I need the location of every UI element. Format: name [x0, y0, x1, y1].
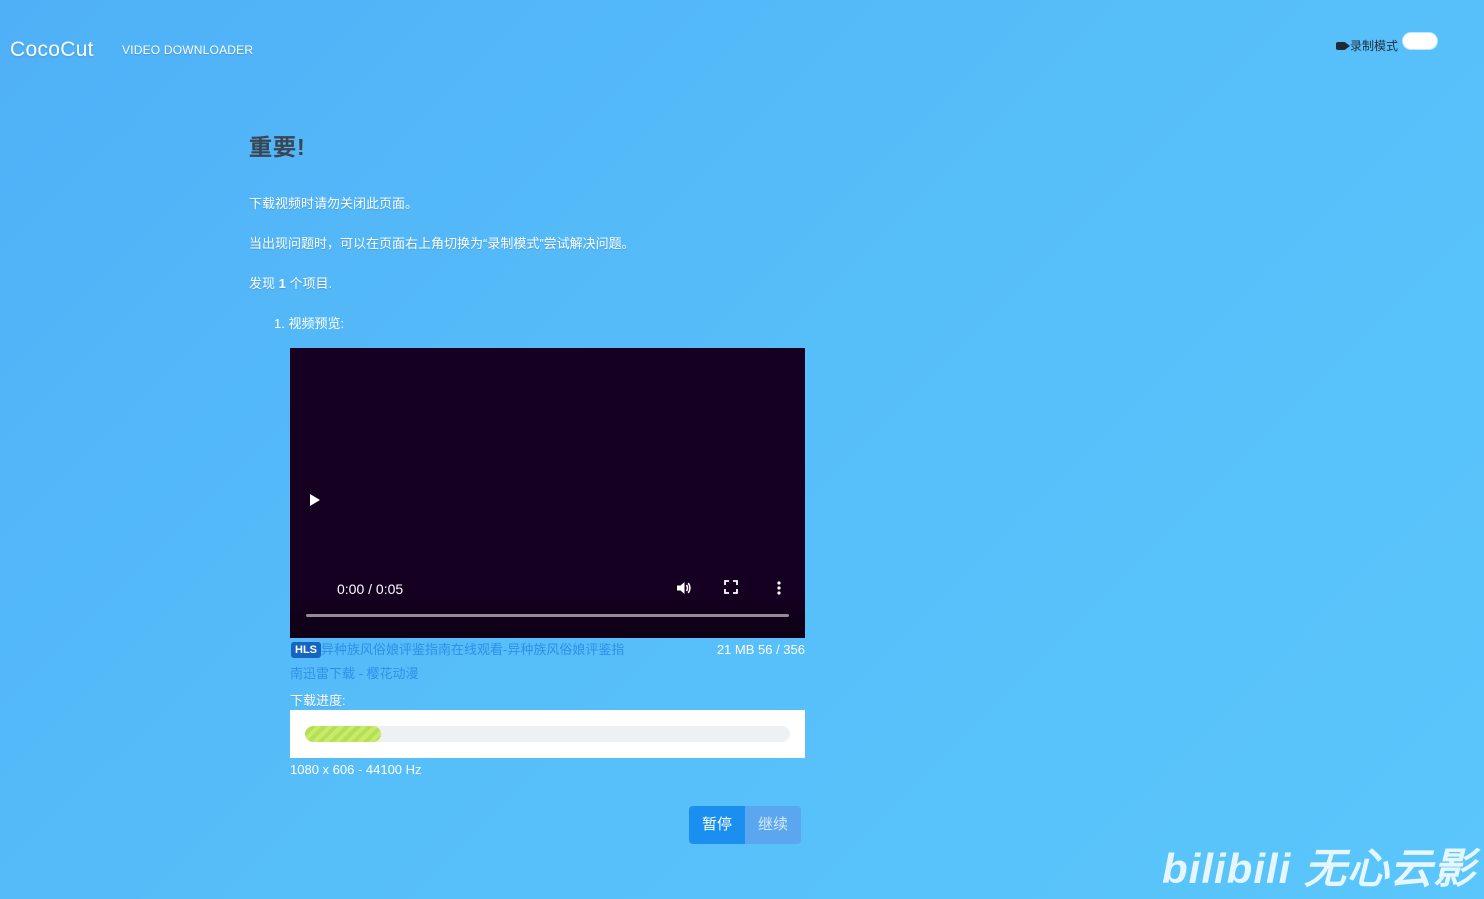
- found-count: 1: [278, 276, 286, 291]
- fullscreen-icon[interactable]: [724, 580, 738, 594]
- found-items: 发现 1 个项目.: [249, 276, 849, 292]
- found-suffix: 个项目.: [289, 276, 333, 291]
- found-prefix: 发现: [249, 276, 276, 291]
- logo[interactable]: CocoCut: [10, 38, 94, 62]
- notice-record-mode: 当出现问题时，可以在页面右上角切换为“录制模式”尝试解决问题。: [249, 236, 635, 251]
- record-mode-toggle[interactable]: [1403, 33, 1437, 49]
- toggle-knob: [1405, 35, 1417, 47]
- record-mode-label: 录制模式: [1349, 39, 1398, 53]
- play-icon[interactable]: [310, 494, 320, 506]
- camera-icon: [1335, 41, 1350, 50]
- video-preview[interactable]: 0:00 / 0:05: [290, 348, 805, 638]
- video-title-link[interactable]: 异种族风俗娘评鉴指南在线观看-异种族风俗娘评鉴指南迅雷下载 - 樱花动漫: [290, 638, 630, 686]
- progress-label: 下载进度:: [290, 693, 346, 708]
- page-title: 重要!: [249, 134, 306, 160]
- progress-track: [305, 726, 790, 742]
- resolution-info: 1080 x 606 - 44100 Hz: [290, 762, 422, 777]
- more-icon[interactable]: [776, 580, 782, 596]
- record-mode: 录制模式: [1335, 37, 1398, 54]
- resume-button[interactable]: 继续: [745, 806, 802, 844]
- action-buttons: 暂停 继续: [689, 806, 802, 844]
- top-bar: CocoCut VIDEO DOWNLOADER 录制模式: [0, 0, 1484, 100]
- list-item-label: 1. 视频预览:: [274, 316, 345, 331]
- volume-icon[interactable]: [676, 580, 692, 596]
- progress-box: [290, 710, 805, 758]
- hls-badge: HLS: [291, 642, 321, 658]
- progress-fill: [305, 726, 382, 742]
- pause-button[interactable]: 暂停: [689, 806, 746, 844]
- video-time: 0:00 / 0:05: [337, 581, 404, 597]
- main-content: 重要! 下载视频时请勿关闭此页面。 当出现问题时，可以在页面右上角切换为“录制模…: [249, 128, 849, 332]
- seek-bar[interactable]: [306, 614, 789, 617]
- app-subtitle: VIDEO DOWNLOADER: [122, 43, 254, 57]
- size-info: 21 MB 56 / 356: [716, 642, 805, 657]
- notice-keep-page-open: 下载视频时请勿关闭此页面。: [249, 196, 419, 211]
- bilibili-watermark: bilibili 无心云影: [1162, 845, 1476, 892]
